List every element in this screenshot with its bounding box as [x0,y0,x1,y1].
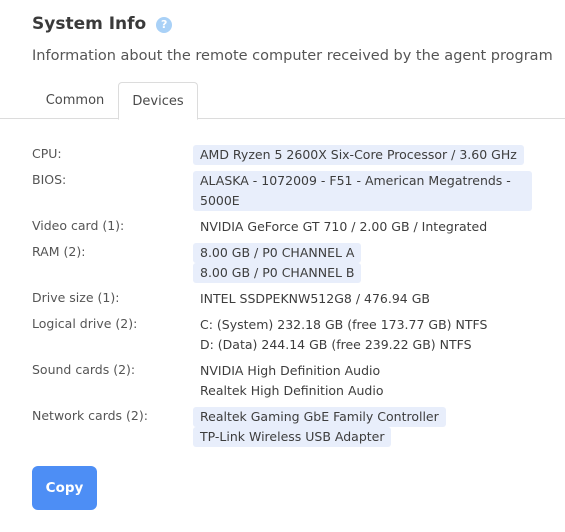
drive-size-value: INTEL SSDPEKNW512G8 / 476.94 GB [200,291,430,306]
tab-bar: Common Devices [0,82,565,120]
page-subtitle: Information about the remote computer re… [32,48,553,64]
video-card-value: NVIDIA GeForce GT 710 / 2.00 GB / Integr… [200,219,488,234]
logical-drive-value-1: C: (System) 232.18 GB (free 173.77 GB) N… [200,317,488,332]
video-card-label: Video card (1): [32,218,125,233]
ram-label: RAM (2): [32,244,86,259]
bios-value: ALASKA - 1072009 - F51 - American Megatr… [193,171,532,211]
system-info-panel: System Info ? Information about the remo… [0,0,565,532]
network-card-value-2: TP-Link Wireless USB Adapter [193,427,392,447]
network-card-value-1: Realtek Gaming GbE Family Controller [193,407,446,427]
question-circle-icon[interactable]: ? [156,16,173,33]
ram-value-2: 8.00 GB / P0 CHANNEL B [193,263,362,283]
sound-card-value-2: Realtek High Definition Audio [200,383,384,398]
tab-common[interactable]: Common [32,82,118,119]
sound-cards-label: Sound cards (2): [32,362,136,377]
bios-value-line-2: 5000E [200,193,240,208]
network-cards-label: Network cards (2): [32,408,148,423]
tab-devices[interactable]: Devices [118,82,198,120]
bios-value-line-1: ALASKA - 1072009 - F51 - American Megatr… [200,173,511,188]
header: System Info ? [32,14,173,34]
logical-drive-label: Logical drive (2): [32,316,138,331]
cpu-value: AMD Ryzen 5 2600X Six-Core Processor / 3… [193,145,524,165]
bios-label: BIOS: [32,172,67,187]
logical-drive-value-2: D: (Data) 244.14 GB (free 239.22 GB) NTF… [200,337,472,352]
drive-size-label: Drive size (1): [32,290,120,305]
page-title: System Info [32,14,147,34]
ram-value-1: 8.00 GB / P0 CHANNEL A [193,243,362,263]
copy-button[interactable]: Copy [32,466,97,510]
cpu-label: CPU: [32,146,62,161]
sound-card-value-1: NVIDIA High Definition Audio [200,363,381,378]
